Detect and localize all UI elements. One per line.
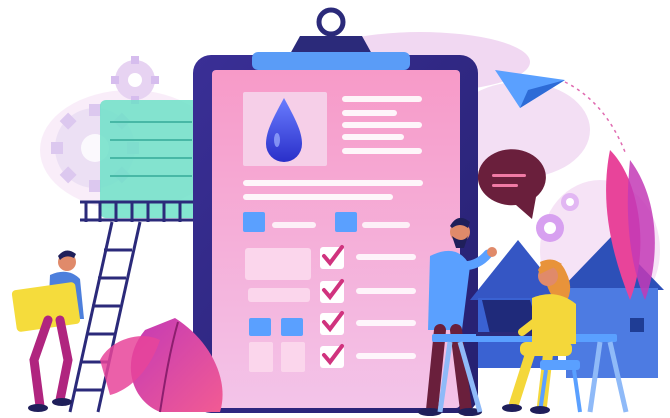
illustration	[11, 7, 664, 416]
speech-bubble-icon	[477, 149, 546, 219]
person-carrying-box	[11, 250, 84, 412]
scaffold-panel	[100, 100, 200, 218]
gear-icon	[561, 193, 579, 211]
gear-icon	[536, 214, 564, 242]
